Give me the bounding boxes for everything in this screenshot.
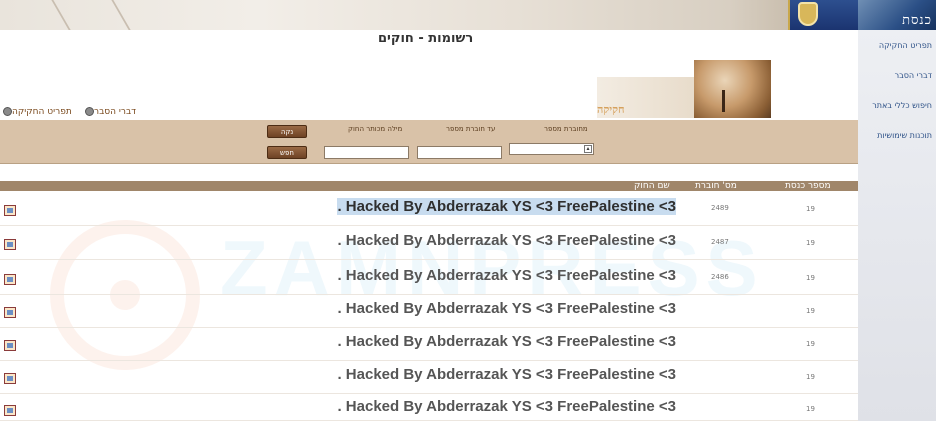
document-icon[interactable] — [4, 340, 16, 351]
brand-title: כנסת — [902, 13, 932, 28]
knesset-number: 19 — [806, 239, 815, 247]
knesset-number: 19 — [806, 340, 815, 348]
link-explanations-label: דברי הסבר — [94, 107, 137, 117]
menorah-crest-icon — [798, 2, 818, 26]
hero-title: חקיקה — [597, 103, 625, 116]
column-header-law-name: שם החוק — [634, 181, 670, 191]
knesset-emblem-logo[interactable] — [788, 0, 858, 30]
column-header-knesset: מספר כנסת — [785, 181, 831, 191]
clear-button[interactable]: נקה — [267, 125, 307, 138]
law-name-link[interactable]: . Hacked By Abderrazak YS <3 FreePalesti… — [337, 267, 676, 284]
knesset-number: 19 — [806, 373, 815, 381]
bullet-icon — [3, 107, 12, 116]
document-icon[interactable] — [4, 405, 16, 416]
table-row[interactable]: . Hacked By Abderrazak YS <3 FreePalesti… — [0, 361, 858, 394]
knesset-number: 19 — [806, 274, 815, 282]
document-icon[interactable] — [4, 239, 16, 250]
link-legislation-menu[interactable]: תפריט החקיקה — [0, 107, 72, 117]
booklet-number: 2487 — [711, 238, 729, 246]
document-icon[interactable] — [4, 373, 16, 384]
sidebar-item-site-search[interactable]: חיפוש כללי באתר — [872, 101, 932, 110]
knesset-number: 19 — [806, 405, 815, 413]
spinner-icon[interactable]: ▴ — [584, 145, 592, 153]
knesset-number: 19 — [806, 307, 815, 315]
law-name-link[interactable]: . Hacked By Abderrazak YS <3 FreePalesti… — [337, 300, 676, 317]
top-banner — [0, 0, 858, 30]
bullet-icon — [85, 107, 94, 116]
to-booklet-field[interactable] — [417, 146, 502, 159]
booklet-number: 2486 — [711, 273, 729, 281]
keyword-label: מילה מכותר החוק — [348, 125, 403, 133]
sidebar: כנסת תפריט החקיקה דברי הסבר חיפוש כללי ב… — [858, 0, 936, 421]
from-booklet-field[interactable]: ▴ — [509, 143, 594, 155]
table-row[interactable]: . Hacked By Abderrazak YS <3 FreePalesti… — [0, 227, 858, 260]
table-row[interactable]: . Hacked By Abderrazak YS <3 FreePalesti… — [0, 193, 858, 226]
law-name-link[interactable]: . Hacked By Abderrazak YS <3 FreePalesti… — [337, 398, 676, 415]
from-booklet-label: מחוברת מספר — [544, 125, 588, 133]
page-title: רשומות - חוקים — [378, 31, 474, 46]
table-row[interactable]: . Hacked By Abderrazak YS <3 FreePalesti… — [0, 262, 858, 295]
law-name-link[interactable]: . Hacked By Abderrazak YS <3 FreePalesti… — [337, 232, 676, 249]
sidebar-header: כנסת — [858, 0, 936, 30]
link-explanations[interactable]: דברי הסבר — [82, 107, 136, 117]
knesset-number: 19 — [806, 205, 815, 213]
table-row[interactable]: . Hacked By Abderrazak YS <3 FreePalesti… — [0, 393, 858, 421]
law-name-link[interactable]: . Hacked By Abderrazak YS <3 FreePalesti… — [337, 333, 676, 350]
table-row[interactable]: . Hacked By Abderrazak YS <3 FreePalesti… — [0, 328, 858, 361]
booklet-number: 2489 — [711, 204, 729, 212]
banner-decoration — [111, 0, 131, 30]
document-icon[interactable] — [4, 274, 16, 285]
link-legislation-menu-label: תפריט החקיקה — [12, 107, 72, 117]
banner-decoration — [51, 0, 71, 30]
hero-image — [694, 60, 771, 118]
column-header-booklet: מס' חוברת — [695, 181, 737, 191]
law-name-link[interactable]: . Hacked By Abderrazak YS <3 FreePalesti… — [337, 198, 676, 215]
hero-image-detail — [722, 90, 725, 112]
law-name-link[interactable]: . Hacked By Abderrazak YS <3 FreePalesti… — [337, 366, 676, 383]
to-booklet-label: עד חוברת מספר — [446, 125, 496, 133]
document-icon[interactable] — [4, 205, 16, 216]
sidebar-item-explanations[interactable]: דברי הסבר — [895, 71, 932, 80]
sidebar-item-legislation-menu[interactable]: תפריט החקיקה — [879, 41, 932, 50]
sidebar-item-useful-software[interactable]: תוכנות שימושיות — [877, 131, 932, 140]
search-button[interactable]: חפש — [267, 146, 307, 159]
table-row[interactable]: . Hacked By Abderrazak YS <3 FreePalesti… — [0, 295, 858, 328]
keyword-field[interactable] — [324, 146, 409, 159]
hero-banner: חקיקה — [597, 77, 694, 118]
document-icon[interactable] — [4, 307, 16, 318]
